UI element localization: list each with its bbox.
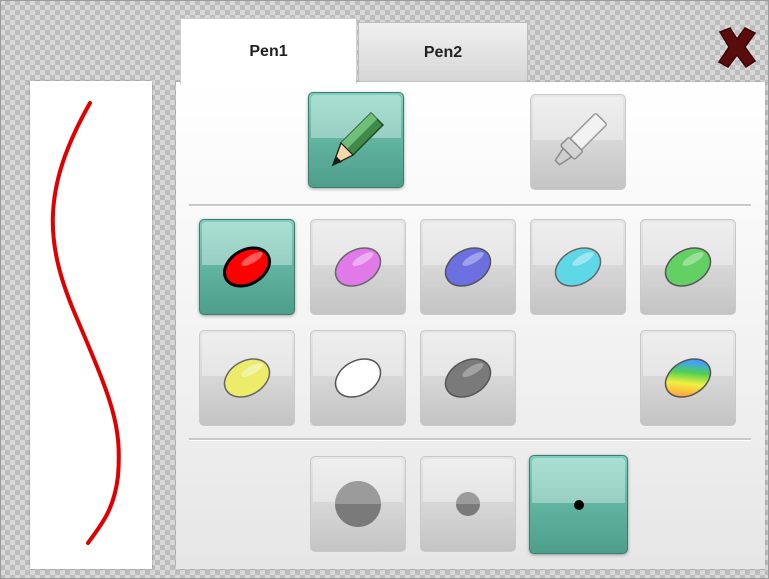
small-dot-icon [573,499,584,510]
color-gray-button[interactable] [420,330,516,426]
color-pink-button[interactable] [310,219,406,315]
rainbow-swatch-icon [664,358,712,398]
red-swatch-icon [223,246,271,288]
green-swatch-icon [664,247,712,287]
color-green-button[interactable] [640,219,736,315]
marker-icon [554,113,607,166]
stroke-preview [30,81,152,569]
color-rainbow-button[interactable] [640,330,736,426]
tab-pen2[interactable]: Pen2 [358,22,528,82]
cyan-swatch-icon [554,247,602,287]
size-medium-button[interactable] [420,456,516,552]
blue-swatch-icon [444,247,492,287]
yellow-swatch-icon [223,358,271,398]
color-white-button[interactable] [310,330,406,426]
white-swatch-icon [334,358,382,398]
color-blue-button[interactable] [420,219,516,315]
pencil-icon [331,111,385,167]
section-divider [189,438,751,441]
color-cyan-button[interactable] [530,219,626,315]
close-icon [717,27,757,69]
tab-pen1[interactable]: Pen1 [180,18,357,84]
pink-swatch-icon [334,247,382,287]
preview-stroke [50,101,121,545]
color-red-button[interactable] [199,219,295,315]
section-divider [189,204,751,207]
gray-swatch-icon [444,358,492,398]
size-large-button[interactable] [310,456,406,552]
color-yellow-button[interactable] [199,330,295,426]
large-dot-icon [335,481,381,527]
marker-tool-button[interactable] [530,94,626,190]
close-button[interactable] [712,22,762,72]
medium-dot-icon [456,492,480,516]
size-small-button[interactable] [529,455,628,554]
pencil-tool-button[interactable] [308,92,404,188]
